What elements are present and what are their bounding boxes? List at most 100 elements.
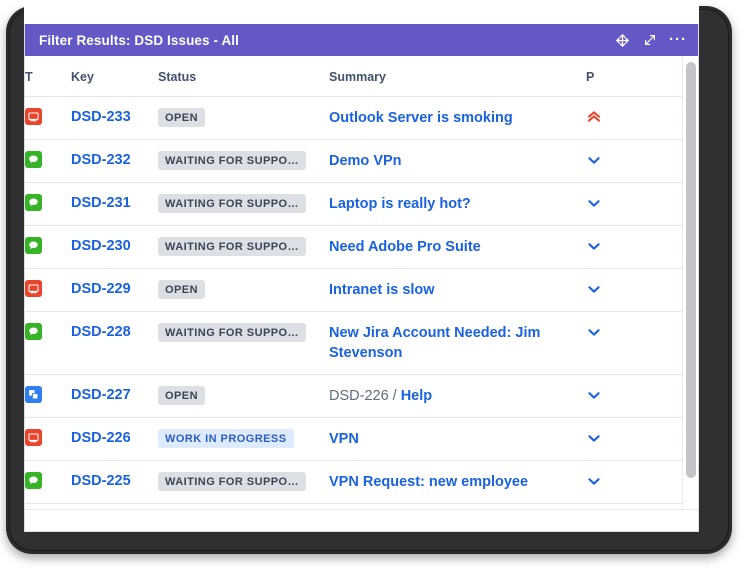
column-header-type[interactable]: T bbox=[25, 56, 71, 97]
table-row[interactable]: DSD-224OPENPlease restart Server A for C… bbox=[25, 503, 684, 509]
more-icon-glyph: ··· bbox=[669, 31, 687, 48]
status-badge[interactable]: OPEN bbox=[158, 108, 205, 127]
column-header-status[interactable]: Status bbox=[158, 56, 329, 97]
cell-priority bbox=[586, 460, 684, 504]
issue-summary-link[interactable]: Laptop is really hot? bbox=[329, 196, 471, 212]
cell-status: WORK IN PROGRESS bbox=[158, 417, 329, 461]
priority-low-icon[interactable] bbox=[586, 430, 602, 446]
issue-key-link[interactable]: DSD-233 bbox=[71, 109, 131, 125]
cell-type bbox=[25, 96, 71, 140]
table-row[interactable]: DSD-226 WORK IN PROGRESS VPN bbox=[25, 417, 684, 461]
issue-key-link[interactable]: DSD-230 bbox=[71, 238, 131, 254]
table-row[interactable]: DSD-231 WAITING FOR SUPPO… Laptop is reall… bbox=[25, 182, 684, 226]
cell-key: DSD-233 bbox=[71, 96, 158, 140]
cell-status: OPEN bbox=[158, 374, 329, 418]
column-header-summary[interactable]: Summary bbox=[329, 56, 586, 97]
priority-low-icon[interactable] bbox=[586, 473, 602, 489]
priority-low-icon[interactable] bbox=[586, 324, 602, 340]
move-icon[interactable] bbox=[614, 32, 630, 48]
cell-type bbox=[25, 417, 71, 461]
vertical-scrollbar-thumb[interactable] bbox=[686, 62, 696, 478]
issue-summary-link[interactable]: Help bbox=[401, 388, 432, 404]
cell-priority bbox=[586, 311, 684, 375]
issue-key-link[interactable]: DSD-227 bbox=[71, 387, 131, 403]
issue-summary-link[interactable]: Demo VPn bbox=[329, 153, 402, 169]
status-badge[interactable]: OPEN bbox=[158, 280, 205, 299]
cell-priority bbox=[586, 503, 684, 509]
issue-summary-link[interactable]: VPN bbox=[329, 431, 359, 447]
incident-icon[interactable] bbox=[25, 280, 42, 298]
priority-highest-icon[interactable] bbox=[586, 109, 602, 125]
issue-key-link[interactable]: DSD-226 bbox=[71, 430, 131, 446]
issue-key-link[interactable]: DSD-231 bbox=[71, 195, 131, 211]
cell-status: WAITING FOR SUPPO… bbox=[158, 139, 329, 183]
gadget-title-bar: Filter Results: DSD Issues - All ··· bbox=[25, 24, 698, 56]
table-row[interactable]: DSD-229 OPEN Intranet is slow bbox=[25, 268, 684, 312]
issue-key-link[interactable]: DSD-232 bbox=[71, 152, 131, 168]
incident-icon[interactable] bbox=[25, 429, 42, 447]
status-badge[interactable]: OPEN bbox=[158, 386, 205, 405]
issue-summary-link[interactable]: Intranet is slow bbox=[329, 282, 435, 298]
cell-key: DSD-229 bbox=[71, 268, 158, 312]
issues-table: T Key Status Summary P DSD-233 OPEN Outloo… bbox=[25, 56, 684, 509]
cell-key: DSD-230 bbox=[71, 225, 158, 269]
expand-icon[interactable] bbox=[642, 32, 658, 48]
cell-type bbox=[25, 225, 71, 269]
cell-summary: Need Adobe Pro Suite bbox=[329, 225, 586, 269]
issues-table-header: T Key Status Summary P bbox=[25, 56, 684, 97]
priority-low-icon[interactable] bbox=[586, 152, 602, 168]
table-row[interactable]: DSD-232 WAITING FOR SUPPO… Demo VPn bbox=[25, 139, 684, 183]
cell-summary: DSD-226 /Help bbox=[329, 374, 586, 418]
support-request-icon[interactable] bbox=[25, 472, 42, 490]
cell-type bbox=[25, 268, 71, 312]
issue-summary-link[interactable]: VPN Request: new employee bbox=[329, 474, 528, 490]
issue-key-link[interactable]: DSD-228 bbox=[71, 324, 131, 340]
priority-low-icon[interactable] bbox=[586, 238, 602, 254]
support-request-icon[interactable] bbox=[25, 151, 42, 169]
support-request-icon[interactable] bbox=[25, 323, 42, 341]
status-badge[interactable]: WAITING FOR SUPPO… bbox=[158, 194, 306, 213]
priority-low-icon[interactable] bbox=[586, 387, 602, 403]
column-header-key[interactable]: Key bbox=[71, 56, 158, 97]
table-row[interactable]: DSD-233 OPEN Outlook Server is smoking bbox=[25, 96, 684, 140]
vertical-scrollbar[interactable] bbox=[682, 56, 698, 509]
incident-icon[interactable] bbox=[25, 108, 42, 126]
cell-summary: Intranet is slow bbox=[329, 268, 586, 312]
cell-status: WAITING FOR SUPPO… bbox=[158, 182, 329, 226]
cell-summary: New Jira Account Needed: Jim Stevenson bbox=[329, 311, 586, 375]
cell-type bbox=[25, 182, 71, 226]
issue-summary-link[interactable]: New Jira Account Needed: Jim Stevenson bbox=[329, 325, 540, 361]
priority-low-icon[interactable] bbox=[586, 195, 602, 211]
issues-table-container: T Key Status Summary P DSD-233 OPEN Outloo… bbox=[25, 56, 698, 509]
issue-summary-link[interactable]: Outlook Server is smoking bbox=[329, 110, 513, 126]
cell-priority bbox=[586, 225, 684, 269]
subtask-icon[interactable] bbox=[25, 386, 42, 404]
support-request-icon[interactable] bbox=[25, 237, 42, 255]
table-row[interactable]: DSD-230 WAITING FOR SUPPO… Need Adobe Pro … bbox=[25, 225, 684, 269]
issues-table-body: DSD-233 OPEN Outlook Server is smoking DSD-… bbox=[25, 96, 684, 509]
table-row[interactable]: DSD-225 WAITING FOR SUPPO… VPN Request: ne… bbox=[25, 460, 684, 504]
cell-key: DSD-232 bbox=[71, 139, 158, 183]
issue-key-link[interactable]: DSD-229 bbox=[71, 281, 131, 297]
status-badge[interactable]: WAITING FOR SUPPO… bbox=[158, 237, 306, 256]
status-badge[interactable]: WAITING FOR SUPPO… bbox=[158, 151, 306, 170]
status-badge[interactable]: WAITING FOR SUPPO… bbox=[158, 472, 306, 491]
gadget-title: Filter Results: DSD Issues - All bbox=[39, 32, 239, 48]
support-request-icon[interactable] bbox=[25, 194, 42, 212]
more-icon[interactable]: ··· bbox=[669, 31, 687, 48]
cell-status: OPEN bbox=[158, 268, 329, 312]
column-header-priority[interactable]: P bbox=[586, 56, 684, 97]
status-badge[interactable]: WORK IN PROGRESS bbox=[158, 429, 294, 448]
priority-low-icon[interactable] bbox=[586, 281, 602, 297]
gadget-footer bbox=[25, 509, 698, 531]
issue-key-link[interactable]: DSD-225 bbox=[71, 473, 131, 489]
issue-summary-link[interactable]: Need Adobe Pro Suite bbox=[329, 239, 481, 255]
cell-key: DSD-225 bbox=[71, 460, 158, 504]
cell-summary: VPN bbox=[329, 417, 586, 461]
cell-summary: VPN Request: new employee bbox=[329, 460, 586, 504]
table-row[interactable]: DSD-228 WAITING FOR SUPPO… New Jira Accoun… bbox=[25, 311, 684, 375]
status-badge[interactable]: WAITING FOR SUPPO… bbox=[158, 323, 306, 342]
table-row[interactable]: DSD-227 OPEN DSD-226 /Help bbox=[25, 374, 684, 418]
cell-type bbox=[25, 503, 71, 509]
cell-status: WAITING FOR SUPPO… bbox=[158, 460, 329, 504]
